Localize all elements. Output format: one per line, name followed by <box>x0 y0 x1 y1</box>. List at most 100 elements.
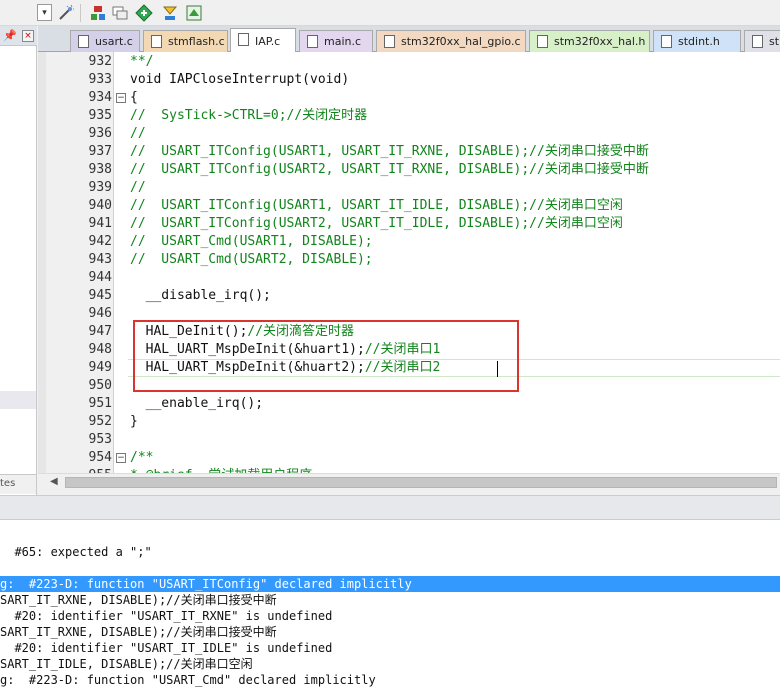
code-statement: { <box>130 90 138 105</box>
line-number: 937 <box>88 144 112 159</box>
line-number: 932 <box>88 54 112 69</box>
build-output-line[interactable]: SART_IT_RXNE, DISABLE);//关闭串口接受中断 <box>0 592 780 608</box>
tab-stdint-h[interactable]: stdint.h <box>653 30 741 52</box>
tab-main-c[interactable]: main.c <box>299 30 373 52</box>
code-line[interactable]: 941 // USART_ITConfig(USART2, USART_IT_ID… <box>38 215 780 233</box>
line-number: 950 <box>88 378 112 393</box>
build-target-icon[interactable] <box>88 3 108 23</box>
code-line[interactable]: 937 // USART_ITConfig(USART1, USART_IT_RX… <box>38 143 780 161</box>
code-line[interactable]: 933 void IAPCloseInterrupt(void) <box>38 71 780 89</box>
build-output-line[interactable] <box>0 528 780 544</box>
build-output-line-selected[interactable]: g: #223-D: function "USART_ITConfig" dec… <box>0 576 780 592</box>
code-text: } <box>130 413 138 431</box>
code-line[interactable]: 938 // USART_ITConfig(USART2, USART_IT_RX… <box>38 161 780 179</box>
line-number: 954 <box>88 450 112 465</box>
tab-label: stmflash.c <box>168 35 225 48</box>
build-output-line[interactable]: g: #223-D: function "USART_Cmd" declared… <box>0 672 780 688</box>
code-line[interactable]: 939 // <box>38 179 780 197</box>
tab-stm32f0xx-hal-gpio-c[interactable]: stm32f0xx_hal_gpio.c <box>376 30 526 52</box>
project-pane-header: 📌 × <box>0 26 37 46</box>
diamond-green-icon[interactable] <box>134 3 154 23</box>
tab-usart-c[interactable]: usart.c <box>70 30 140 52</box>
code-statement: // USART_ITConfig(USART1, USART_IT_IDLE,… <box>130 198 623 213</box>
build-output-line[interactable]: #65: expected a ";" <box>0 544 780 560</box>
tab-label: stdint.h <box>678 35 720 48</box>
line-number: 944 <box>88 270 112 285</box>
templates-tab[interactable]: tes <box>0 474 36 494</box>
tab-label: stm32f0xx_hal_gpio.c <box>401 35 521 48</box>
tab-stmflash-c[interactable]: stmflash.c <box>143 30 228 52</box>
toolbar-dropdown-chevron-icon[interactable]: ▾ <box>37 4 52 21</box>
code-editor[interactable]: 932 **/ 933 void IAPCloseInterrupt(void) 934… <box>38 52 780 473</box>
build-output-line[interactable] <box>0 560 780 576</box>
code-line[interactable]: 951 __enable_irq(); <box>38 395 780 413</box>
code-text: /** <box>130 449 153 467</box>
code-line[interactable]: 942 // USART_Cmd(USART1, DISABLE); <box>38 233 780 251</box>
scrollbar-thumb[interactable] <box>65 477 777 488</box>
close-icon[interactable]: × <box>22 30 34 42</box>
code-line[interactable]: 943 // USART_Cmd(USART2, DISABLE); <box>38 251 780 269</box>
code-statement: // USART_Cmd(USART1, DISABLE); <box>130 234 373 249</box>
line-number: 949 <box>88 360 112 375</box>
code-line[interactable]: 953 <box>38 431 780 449</box>
line-number: 946 <box>88 306 112 321</box>
toolbar-separator <box>80 4 81 22</box>
code-statement: /** <box>130 450 154 465</box>
build-output-line[interactable]: #20: identifier "USART_IT_IDLE" is undef… <box>0 640 780 656</box>
tab-stm32f0xx-hal-h[interactable]: stm32f0xx_hal.h <box>529 30 650 52</box>
code-text: // USART_ITConfig(USART1, USART_IT_IDLE,… <box>130 197 623 215</box>
code-line[interactable]: 934−{ <box>38 89 780 107</box>
build-output-line[interactable]: SART_IT_IDLE, DISABLE);//关闭串口空闲 <box>0 656 780 672</box>
editor-horizontal-scrollbar[interactable]: ◀ <box>38 473 780 490</box>
line-number: 934 <box>88 90 112 105</box>
code-statement: // USART_ITConfig(USART2, USART_IT_RXNE,… <box>130 162 649 177</box>
code-line[interactable]: 952} <box>38 413 780 431</box>
project-pane: 📌 × tes <box>0 26 37 495</box>
highlight-annotation-box <box>133 320 519 392</box>
windows-layout-icon[interactable] <box>110 3 130 23</box>
line-number: 936 <box>88 126 112 141</box>
line-number: 948 <box>88 342 112 357</box>
pin-icon[interactable]: 📌 <box>3 29 17 42</box>
file-icon <box>752 35 763 48</box>
file-icon <box>384 35 395 48</box>
code-line[interactable]: 936 // <box>38 125 780 143</box>
tab-label: stm <box>769 35 780 48</box>
code-line[interactable]: 944 <box>38 269 780 287</box>
code-line[interactable]: 935 // SysTick->CTRL=0;//关闭定时器 <box>38 107 780 125</box>
fold-toggle-icon[interactable]: − <box>116 453 126 463</box>
line-number: 938 <box>88 162 112 177</box>
line-number: 945 <box>88 288 112 303</box>
code-line[interactable]: 954−/** <box>38 449 780 467</box>
debug-icon[interactable] <box>184 3 204 23</box>
line-number: 940 <box>88 198 112 213</box>
ide-window: ▾ 📌 × tes usart.c stmflash.c IAP.c main.c st… <box>0 0 780 695</box>
tab-iap-c[interactable]: IAP.c <box>230 28 296 53</box>
file-icon <box>78 35 89 48</box>
code-line[interactable]: 932 **/ <box>38 53 780 71</box>
download-icon[interactable] <box>160 3 180 23</box>
code-line[interactable]: 945 __disable_irq(); <box>38 287 780 305</box>
code-line[interactable]: 940 // USART_ITConfig(USART1, USART_IT_ID… <box>38 197 780 215</box>
scroll-left-arrow-icon[interactable]: ◀ <box>50 476 58 487</box>
code-text: // SysTick->CTRL=0;//关闭定时器 <box>130 107 367 125</box>
build-output-panel[interactable]: #65: expected a ";" g: #223-D: function "… <box>0 520 780 695</box>
build-output-line[interactable]: SART_IT_RXNE, DISABLE);//关闭串口接受中断 <box>0 624 780 640</box>
file-icon <box>307 35 318 48</box>
line-number: 939 <box>88 180 112 195</box>
line-number: 943 <box>88 252 112 267</box>
tab-stm[interactable]: stm <box>744 30 780 52</box>
code-statement: void IAPCloseInterrupt(void) <box>130 72 350 87</box>
code-text: __disable_irq(); <box>130 287 271 305</box>
project-tree-selected-row[interactable] <box>0 391 36 409</box>
wand-icon[interactable] <box>56 3 76 23</box>
tab-label: stm32f0xx_hal.h <box>554 35 646 48</box>
code-text: // USART_ITConfig(USART1, USART_IT_RXNE,… <box>130 143 649 161</box>
build-output-line[interactable]: #20: identifier "USART_IT_RXNE" is undef… <box>0 608 780 624</box>
code-text: // USART_ITConfig(USART2, USART_IT_RXNE,… <box>130 161 649 179</box>
code-statement: // SysTick->CTRL=0;//关闭定时器 <box>130 108 368 123</box>
pane-splitter[interactable] <box>0 495 780 520</box>
editor-tabs: usart.c stmflash.c IAP.c main.c stm32f0xx_ha… <box>38 26 780 53</box>
fold-toggle-icon[interactable]: − <box>116 93 126 103</box>
line-number: 942 <box>88 234 112 249</box>
